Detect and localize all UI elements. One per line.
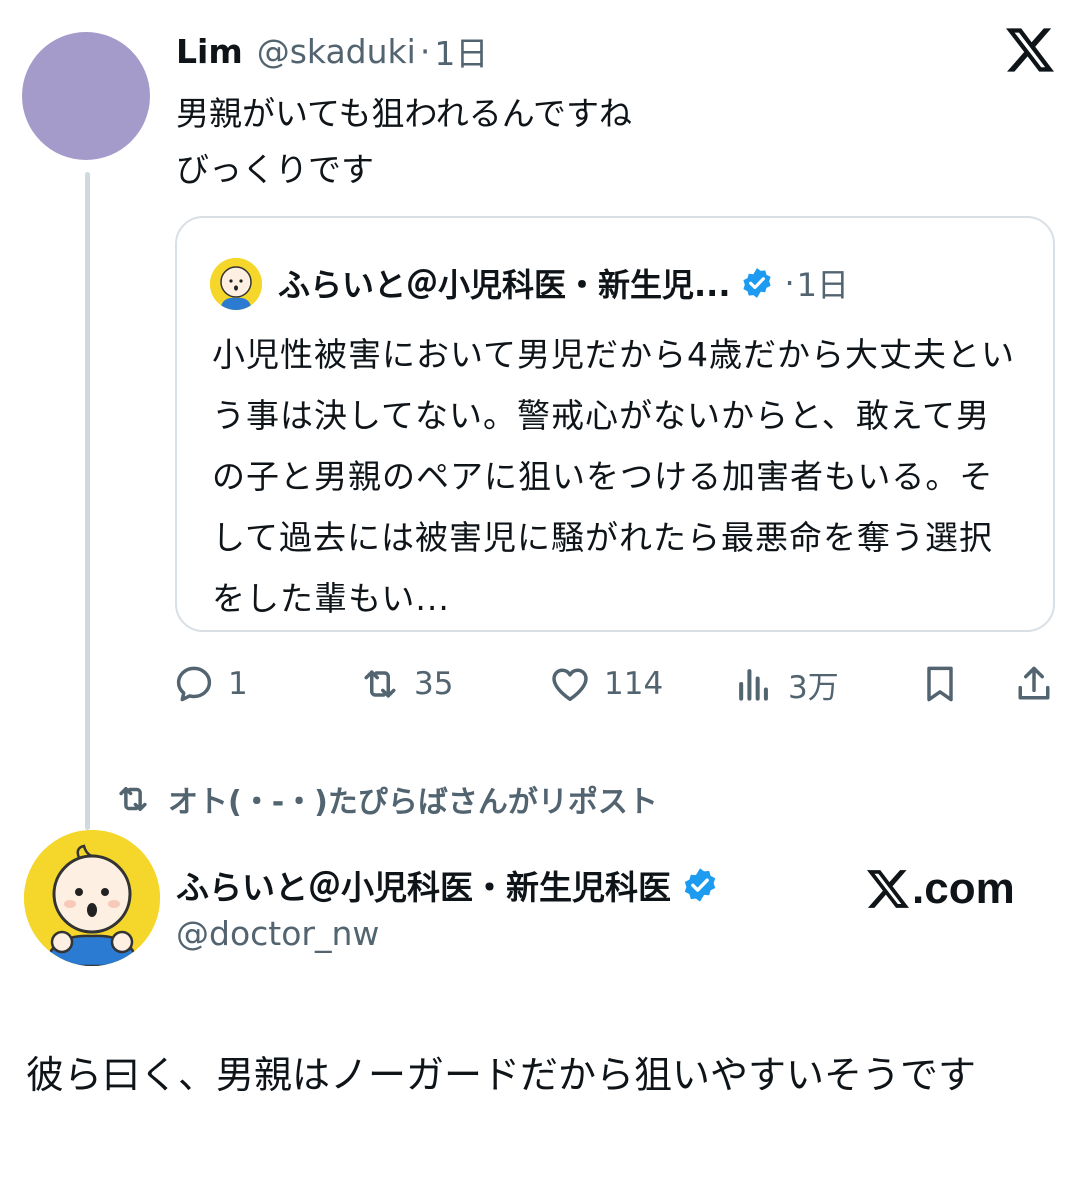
baby-icon	[24, 830, 160, 966]
heart-icon	[552, 668, 588, 701]
quote-avatar	[210, 258, 262, 310]
views-count: 3万	[788, 669, 839, 706]
tweet-text: 男親がいても狙われるんですね びっくりです	[176, 94, 633, 189]
repost-icon	[364, 670, 396, 698]
repost-count: 35	[414, 666, 454, 702]
repost-button[interactable]: 35	[358, 656, 453, 712]
reply-count: 1	[228, 666, 248, 702]
share-button[interactable]	[1012, 656, 1056, 712]
quote-author-name[interactable]: ふらいと＠小児科医・新生児...	[278, 260, 730, 306]
separator: ·	[419, 31, 431, 71]
author-name-row: ふらいと＠小児科医・新生児科医	[176, 860, 719, 910]
tweet-text: 彼ら曰く、男親はノーガードだから狙いやすいそうです	[26, 1053, 977, 1097]
reply-button[interactable]: 1	[172, 656, 248, 712]
timestamp[interactable]: 1日	[434, 27, 488, 75]
views-button[interactable]: 3万	[732, 656, 839, 712]
tweet-header: Lim @skaduki · 1日	[176, 28, 488, 74]
quote-timestamp: 1日	[796, 266, 850, 304]
bookmark-button[interactable]	[918, 656, 962, 712]
share-icon	[1018, 666, 1050, 700]
repost-notice-text: オト(・-・)たぴらばさんがリポスト	[168, 785, 658, 820]
like-count: 114	[604, 666, 664, 702]
author-name[interactable]: Lim	[176, 32, 243, 71]
x-logo-icon	[867, 870, 909, 908]
separator: ·	[784, 264, 795, 302]
avatar[interactable]	[24, 830, 160, 966]
author-name[interactable]: ふらいと＠小児科医・新生児科医	[176, 861, 671, 909]
quote-text: 小児性被害において男児だから4歳だから大丈夫という事は決してない。警戒心がないか…	[212, 335, 1016, 618]
bookmark-icon	[927, 666, 953, 702]
x-logo-icon	[1006, 28, 1054, 72]
quote-header: ふらいと＠小児科医・新生児... · 1日	[278, 260, 849, 306]
repost-notice[interactable]: オト(・-・)たぴらばさんがリポスト	[114, 776, 658, 822]
xcom-watermark: .com	[866, 862, 1015, 916]
action-bar: 1 35 114 3万	[172, 656, 1062, 712]
views-icon	[739, 669, 768, 701]
author-handle[interactable]: @skaduki	[257, 32, 416, 71]
verified-badge-icon	[684, 868, 716, 902]
baby-icon	[210, 258, 262, 310]
verified-badge-icon	[743, 268, 772, 298]
avatar[interactable]	[22, 32, 150, 160]
xcom-text: .com	[912, 864, 1015, 913]
repost-icon	[119, 786, 147, 812]
reply-icon	[176, 666, 212, 702]
thread-line	[85, 172, 90, 830]
author-handle[interactable]: @doctor_nw	[176, 914, 379, 953]
like-button[interactable]: 114	[548, 656, 663, 712]
